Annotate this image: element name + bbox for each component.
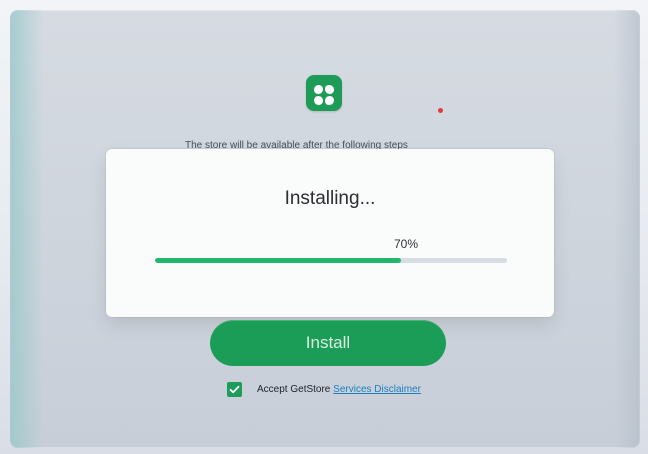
- notification-dot: [438, 108, 443, 113]
- progress-fill: [155, 258, 402, 263]
- accept-text: Accept GetStore Services Disclaimer: [257, 384, 421, 395]
- app-logo-icon: [306, 75, 342, 111]
- installing-dialog: Installing... 70%: [106, 149, 554, 317]
- dialog-title: Installing...: [284, 188, 376, 209]
- install-button[interactable]: Install: [210, 320, 446, 366]
- accept-checkbox[interactable]: [227, 382, 242, 397]
- progress-bar: [155, 258, 507, 263]
- progress-percentage: 70%: [393, 237, 419, 251]
- services-disclaimer-link[interactable]: Services Disclaimer: [333, 384, 421, 395]
- checkmark-icon: [229, 385, 240, 394]
- four-petal-logo-icon: [314, 85, 334, 105]
- left-screen-shade: [10, 10, 44, 448]
- accept-prefix-text: Accept GetStore: [257, 384, 334, 395]
- accept-disclaimer-row[interactable]: Accept GetStore Services Disclaimer: [227, 382, 457, 400]
- right-screen-shade: [614, 10, 640, 448]
